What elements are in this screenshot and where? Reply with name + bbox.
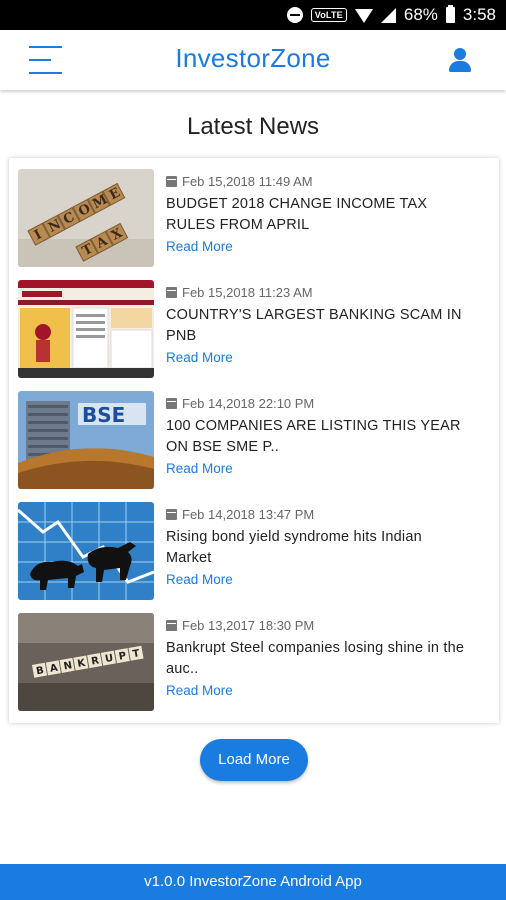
- news-date: Feb 13,2017 18:30 PM: [166, 618, 314, 633]
- news-date-text: Feb 14,2018 22:10 PM: [182, 396, 315, 411]
- news-date: Feb 14,2018 13:47 PM: [166, 507, 314, 522]
- news-thumbnail-bull-bear[interactable]: [18, 502, 154, 600]
- news-thumbnail-bse[interactable]: BSE: [18, 391, 154, 489]
- signal-icon: [380, 7, 396, 23]
- status-icons: VoLTE 68% 3:58: [286, 0, 496, 30]
- news-list: I N C O M E T A X Feb 15,2018 11:49 AM B…: [9, 158, 499, 723]
- volte-badge: VoLTE: [310, 8, 347, 22]
- calendar-icon: [166, 509, 177, 520]
- page-title: Latest News: [186, 113, 320, 140]
- news-item[interactable]: I N C O M E T A X Feb 15,2018 11:49 AM B…: [18, 169, 488, 269]
- news-thumbnail-bankrupt[interactable]: B A N K R U P T: [18, 613, 154, 711]
- read-more-link[interactable]: Read More: [166, 350, 233, 365]
- calendar-icon: [166, 398, 177, 409]
- news-date-text: Feb 13,2017 18:30 PM: [182, 618, 315, 633]
- app-header: InvestorZone: [0, 30, 506, 90]
- news-date-text: Feb 15,2018 11:49 AM: [182, 174, 313, 189]
- read-more-link[interactable]: Read More: [166, 239, 233, 254]
- wifi-icon: [354, 9, 373, 23]
- load-more-button[interactable]: Load More: [200, 739, 308, 781]
- news-item[interactable]: B A N K R U P T Feb 13,2017 18:30 PM Ban…: [18, 613, 488, 713]
- calendar-icon: [166, 176, 177, 187]
- app-title: InvestorZone: [175, 43, 331, 73]
- user-icon[interactable]: [448, 48, 472, 72]
- read-more-link[interactable]: Read More: [166, 683, 233, 698]
- svg-text:BSE: BSE: [82, 403, 125, 427]
- battery-percent: 68%: [403, 5, 438, 24]
- calendar-icon: [166, 287, 177, 298]
- news-date: Feb 15,2018 11:23 AM: [166, 285, 313, 300]
- news-date-text: Feb 14,2018 13:47 PM: [182, 507, 315, 522]
- clock: 3:58: [462, 5, 496, 24]
- news-thumbnail-pnb[interactable]: [18, 280, 154, 378]
- calendar-icon: [166, 620, 177, 631]
- read-more-link[interactable]: Read More: [166, 461, 233, 476]
- news-date: Feb 14,2018 22:10 PM: [166, 396, 314, 411]
- news-headline[interactable]: Rising bond yield syndrome hits Indian M…: [166, 527, 466, 569]
- read-more-link[interactable]: Read More: [166, 572, 233, 587]
- do-not-disturb-icon: [286, 7, 303, 23]
- status-bar: VoLTE 68% 3:58: [0, 0, 506, 30]
- news-date: Feb 15,2018 11:49 AM: [166, 174, 313, 189]
- battery-icon: [445, 5, 455, 23]
- news-date-text: Feb 15,2018 11:23 AM: [182, 285, 313, 300]
- news-item[interactable]: BSE Feb 14,2018 22:10 PM 100 COMPANIES A…: [18, 391, 488, 491]
- news-thumbnail-income-tax[interactable]: I N C O M E T A X: [18, 169, 154, 267]
- news-item[interactable]: Feb 14,2018 13:47 PM Rising bond yield s…: [18, 502, 488, 602]
- footer-version: v1.0.0 InvestorZone Android App: [0, 864, 506, 900]
- news-item[interactable]: Feb 15,2018 11:23 AM COUNTRY'S LARGEST B…: [18, 280, 488, 380]
- news-headline[interactable]: 100 COMPANIES ARE LISTING THIS YEAR ON B…: [166, 416, 466, 458]
- news-headline[interactable]: Bankrupt Steel companies losing shine in…: [166, 638, 466, 680]
- news-headline[interactable]: COUNTRY'S LARGEST BANKING SCAM IN PNB: [166, 305, 466, 347]
- news-headline[interactable]: BUDGET 2018 CHANGE INCOME TAX RULES FROM…: [166, 194, 466, 236]
